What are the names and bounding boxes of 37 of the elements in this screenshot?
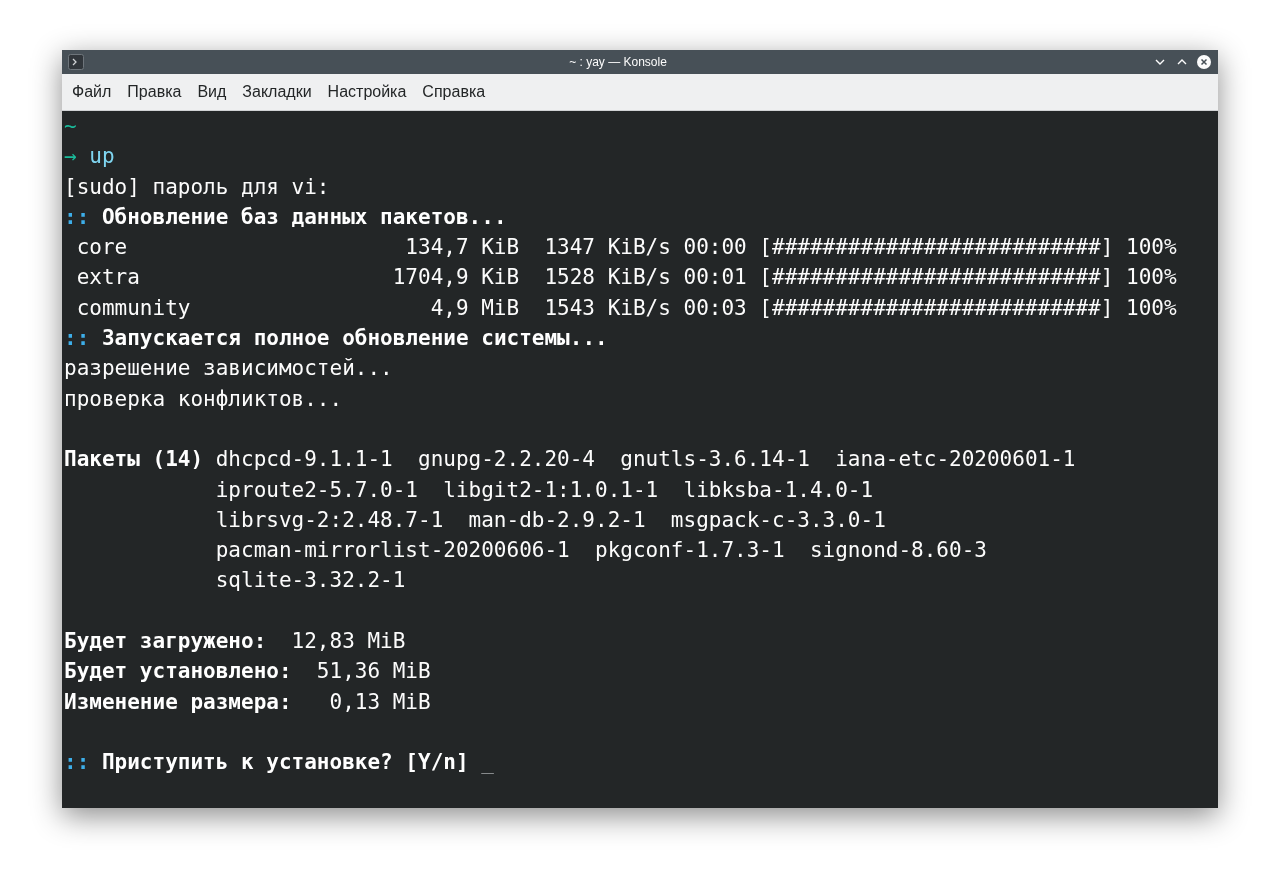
text-cursor: _ (481, 750, 494, 775)
output-text: sqlite-3.32.2-1 (214, 568, 406, 593)
menu-item[interactable]: Настройка (319, 79, 415, 105)
output-text: разрешение зависимостей... (64, 356, 393, 381)
output-heading: Приступить к установке? [Y/n] (100, 750, 470, 775)
menu-item[interactable]: Файл (64, 79, 120, 105)
terminal-icon (68, 54, 84, 70)
window-title: ~ : yay — Konsole (568, 55, 668, 69)
marker-text: :: (64, 326, 90, 351)
prompt-directory: ~ (64, 114, 77, 138)
marker-text: :: (64, 204, 90, 229)
output-text: core 134,7 KiB 1347 KiB/s 00:00 [##########################] 100% (75, 235, 1177, 260)
close-button[interactable] (1196, 54, 1212, 70)
output-text: iproute2-5.7.0-1 libgit2-1:1.0.1-1 libksba-1.4.0-1 (214, 477, 874, 502)
output-text: dhcpcd-9.1.1-1 gnupg-2.2.20-4 gnutls-3.6.14-1 iana-etc-20200601-1 (214, 447, 1076, 472)
output-text: community 4,9 MiB 1543 KiB/s 00:03 [##########################] 100% (75, 295, 1177, 320)
output-heading: Будет загружено: (64, 629, 267, 654)
marker-text: :: (64, 750, 90, 775)
menu-item[interactable]: Закладки (234, 79, 320, 105)
output-text: 0,13 MiB (328, 689, 431, 714)
output-text: pacman-mirrorlist-20200606-1 pkgconf-1.7.3-1 signond-8.60-3 (214, 538, 987, 563)
output-text: [sudo] пароль для vi: (64, 174, 330, 199)
menu-item[interactable]: Вид (189, 79, 235, 105)
output-heading: Пакеты (14) (64, 447, 204, 472)
output-text: проверка конфликтов... (64, 386, 343, 411)
output-text: 51,36 MiB (315, 659, 431, 684)
output-heading: Будет установлено: (64, 659, 292, 684)
output-text: extra 1704,9 KiB 1528 KiB/s 00:01 [##########################] 100% (75, 265, 1177, 290)
output-heading: Обновление баз данных пакетов... (100, 204, 507, 229)
output-text: 12,83 MiB (290, 629, 406, 654)
command-text: up (88, 144, 115, 169)
output-text: librsvg-2:2.48.7-1 man-db-2.9.2-1 msgpack-c-3.3.0-1 (214, 507, 886, 532)
output-heading: Изменение размера: (64, 689, 292, 714)
output-heading: Запускается полное обновление системы... (100, 326, 608, 351)
menu-item[interactable]: Правка (119, 79, 190, 105)
menu-item[interactable]: Справка (414, 79, 494, 105)
prompt-arrow: → (64, 144, 77, 169)
